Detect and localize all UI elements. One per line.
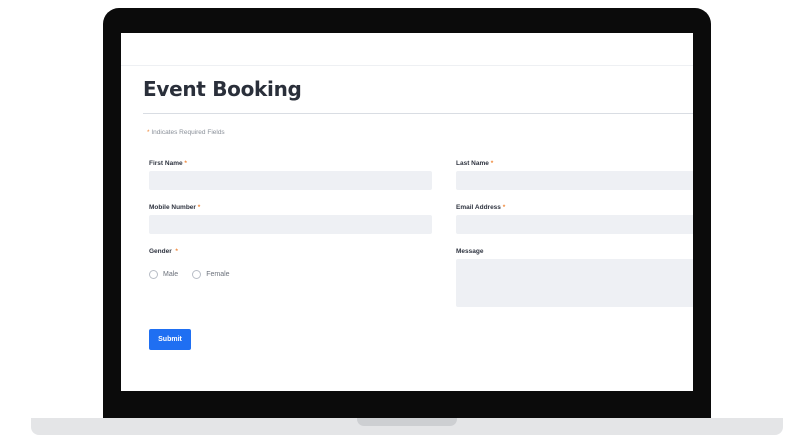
last-name-input[interactable]: [456, 171, 693, 190]
gender-option-male[interactable]: Male: [149, 270, 178, 279]
mobile-number-label: Mobile Number *: [149, 204, 201, 211]
gender-label: Gender *: [149, 248, 178, 255]
laptop-screen: Event Booking * Indicates Required Field…: [121, 33, 693, 391]
mobile-number-input[interactable]: [149, 215, 432, 234]
email-address-label: Email Address *: [456, 204, 506, 211]
gender-option-label: Female: [206, 271, 230, 278]
radio-circle-icon[interactable]: [149, 270, 158, 279]
radio-circle-icon[interactable]: [192, 270, 202, 279]
gender-radio-group: Male Female: [149, 270, 238, 279]
gender-option-label: Male: [163, 271, 179, 278]
page-title: Event Booking: [143, 77, 302, 101]
first-name-label: First Name *: [149, 160, 187, 167]
first-name-input[interactable]: [149, 171, 432, 190]
last-name-label: Last Name *: [456, 160, 494, 167]
gender-option-female[interactable]: Female: [192, 270, 230, 279]
submit-button[interactable]: Submit: [149, 329, 191, 350]
title-divider: [143, 113, 693, 114]
browser-top-bar: [121, 33, 693, 66]
required-fields-note: * Indicates Required Fields: [147, 129, 225, 136]
required-note-text: Indicates Required Fields: [149, 129, 225, 136]
laptop-notch: [357, 418, 457, 426]
message-textarea[interactable]: [456, 259, 693, 307]
message-label: Message: [456, 248, 484, 255]
email-address-input[interactable]: [456, 215, 693, 234]
